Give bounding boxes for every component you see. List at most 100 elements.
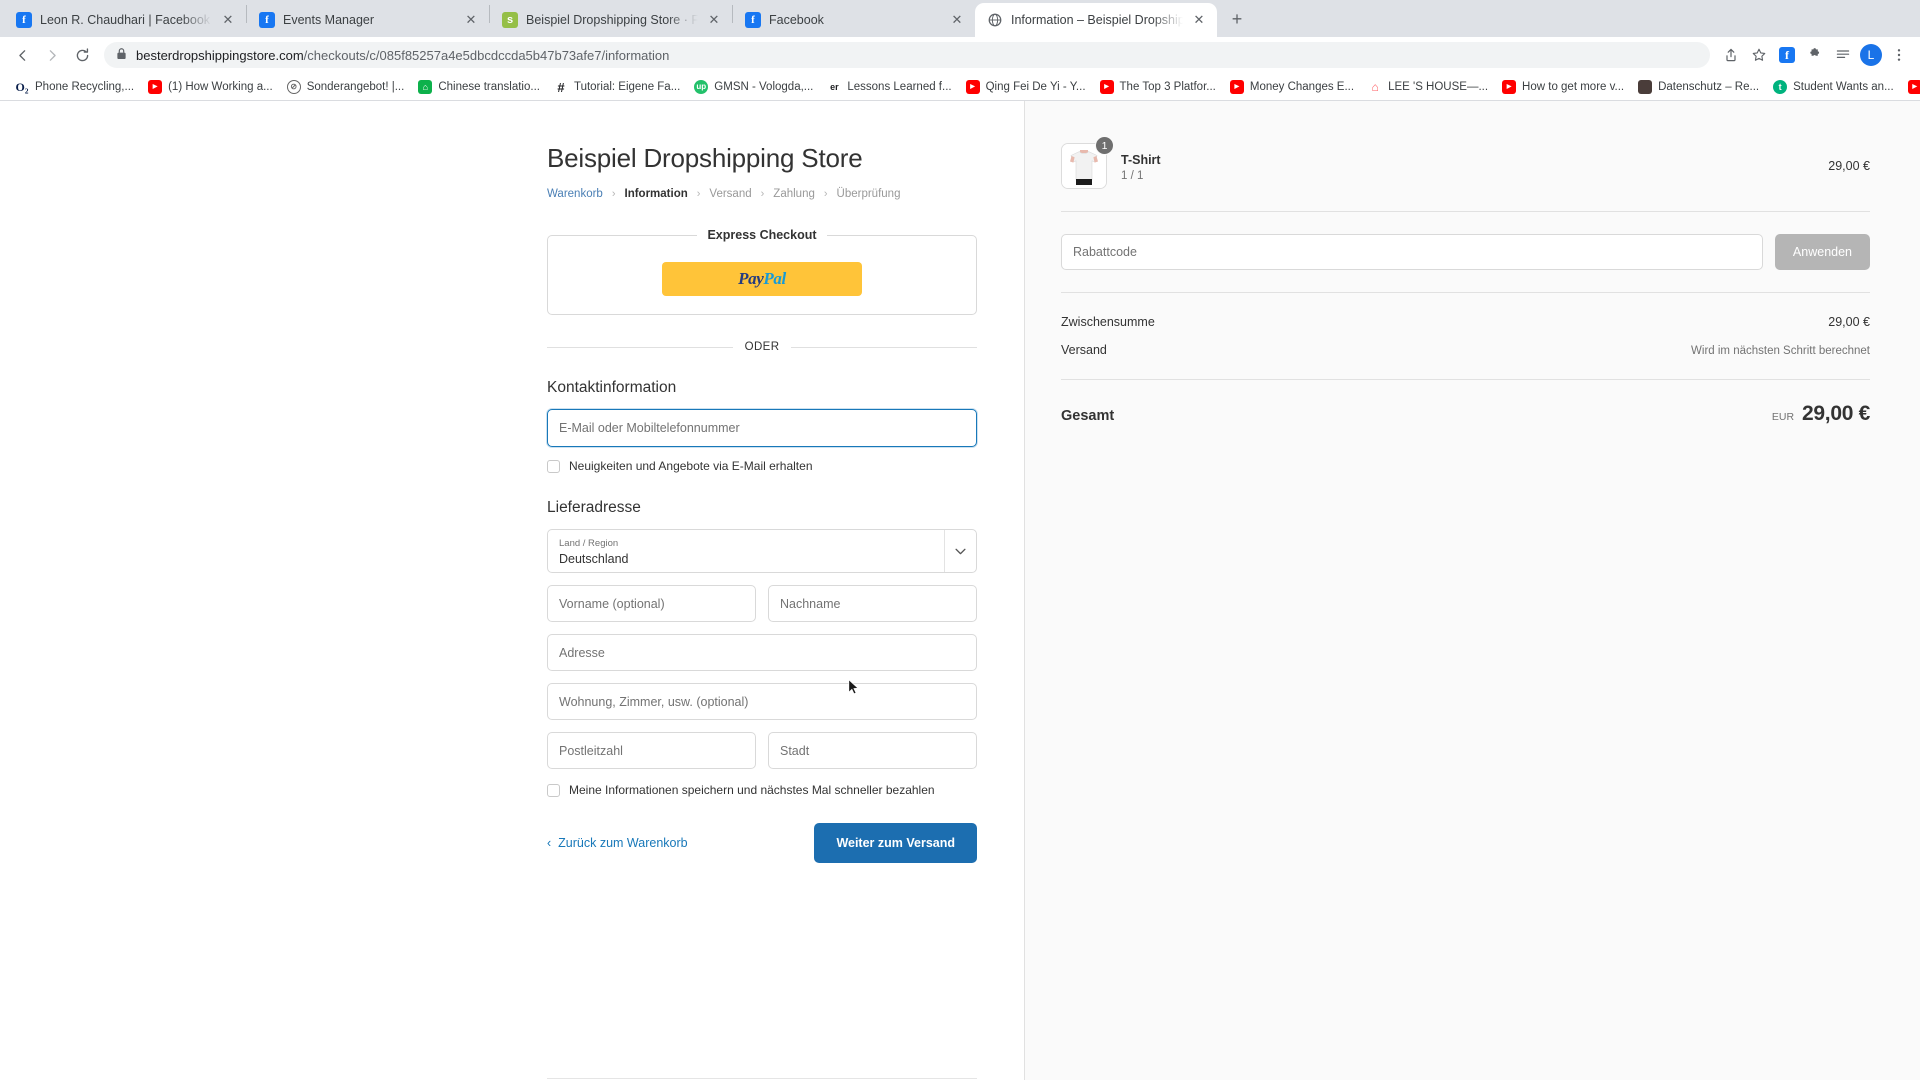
reading-list-icon[interactable] — [1830, 42, 1856, 68]
product-variant: 1 / 1 — [1121, 169, 1144, 182]
apply-discount-button[interactable]: Anwenden — [1774, 234, 1870, 271]
reload-icon[interactable] — [68, 41, 96, 69]
back-to-cart-link[interactable]: ‹ Zurück zum Warenkorb — [547, 836, 688, 850]
address2-field[interactable]: Wohnung, Zimmer, usw. (optional) — [547, 683, 977, 721]
discount-placeholder: Rabattcode — [1073, 245, 1137, 260]
breadcrumb-information: Information — [624, 188, 688, 201]
shipping-value: Wird im nächsten Schritt berechnet — [1691, 345, 1870, 358]
bookmark-item[interactable]: up GMSN - Vologda,... — [687, 77, 820, 97]
bookmark-label: Phone Recycling,... — [35, 81, 135, 94]
product-thumbnail-wrap: 1 — [1061, 136, 1114, 190]
address-field[interactable]: Adresse — [547, 634, 977, 672]
bookmark-label: The Top 3 Platfor... — [1119, 81, 1216, 94]
extensions-puzzle-icon[interactable] — [1802, 42, 1828, 68]
product-name: T-Shirt — [1121, 152, 1161, 167]
bookmark-item[interactable]: How to get more v... — [1495, 77, 1631, 97]
teal-app-icon: t — [1773, 80, 1788, 95]
newsletter-checkbox-row[interactable]: Neuigkeiten und Angebote via E-Mail erha… — [547, 459, 977, 473]
browser-tab-3[interactable]: f Facebook ✕ — [733, 3, 975, 37]
subtotal-label: Zwischensumme — [1061, 315, 1155, 330]
chrome-menu-icon[interactable] — [1886, 42, 1912, 68]
or-divider-label: ODER — [744, 341, 780, 354]
browser-tab-4[interactable]: Information – Beispiel Dropship ✕ — [975, 2, 1217, 37]
city-placeholder: Stadt — [780, 743, 810, 758]
email-field[interactable]: E-Mail oder Mobiltelefonnummer — [547, 409, 977, 448]
last-name-placeholder: Nachname — [780, 596, 841, 611]
zip-field[interactable]: Postleitzahl — [547, 732, 756, 770]
page-title: Beispiel Dropshipping Store — [547, 143, 863, 174]
last-name-field[interactable]: Nachname — [768, 585, 977, 623]
close-icon[interactable]: ✕ — [1191, 12, 1207, 28]
facebook-extension-icon[interactable]: f — [1774, 42, 1800, 68]
bookmark-item[interactable]: The Top 3 Platfor... — [1093, 77, 1223, 97]
bookmark-item[interactable]: Datenschutz – Re... — [1631, 77, 1766, 97]
zip-city-row: Postleitzahl Stadt — [547, 732, 977, 781]
forward-icon[interactable] — [38, 41, 66, 69]
globe-icon — [987, 11, 1003, 28]
country-label: Land / Region — [559, 538, 619, 550]
close-icon[interactable]: ✕ — [706, 12, 722, 28]
save-info-checkbox[interactable] — [547, 783, 560, 797]
bookmark-item[interactable]: (2) How To Add A... — [1901, 77, 1920, 97]
checkout-form: Beispiel Dropshipping Store Warenkorb › … — [547, 101, 977, 864]
address-section-title: Lieferadresse — [547, 499, 641, 517]
total-label: Gesamt — [1061, 408, 1115, 425]
chevron-right-icon: › — [611, 188, 616, 201]
youtube-icon — [965, 80, 980, 95]
close-icon[interactable]: ✕ — [220, 12, 236, 28]
new-tab-button[interactable]: + — [1223, 6, 1251, 34]
browser-tab-2[interactable]: s Beispiel Dropshipping Store · F ✕ — [490, 3, 732, 37]
close-icon[interactable]: ✕ — [463, 12, 479, 28]
facebook-icon: f — [16, 11, 32, 28]
tab-title: Beispiel Dropshipping Store · F — [526, 12, 698, 27]
lock-icon — [116, 47, 128, 63]
newsletter-checkbox[interactable] — [547, 459, 560, 473]
bookmark-item[interactable]: O₂ Phone Recycling,... — [8, 77, 141, 97]
chevron-left-icon: ‹ — [547, 836, 552, 851]
save-info-checkbox-row[interactable]: Meine Informationen speichern und nächst… — [547, 783, 977, 797]
breadcrumb-payment: Zahlung — [773, 188, 815, 201]
city-field[interactable]: Stadt — [768, 732, 977, 770]
back-to-cart-label: Zurück zum Warenkorb — [558, 836, 688, 851]
bookmark-label: Lessons Learned f... — [847, 81, 952, 94]
bookmark-label: Chinese translatio... — [438, 81, 540, 94]
bookmark-star-icon[interactable] — [1746, 42, 1772, 68]
breadcrumb-cart[interactable]: Warenkorb — [547, 188, 603, 200]
address-bar[interactable]: besterdropshippingstore.com/checkouts/c/… — [104, 42, 1710, 69]
bookmark-label: How to get more v... — [1522, 81, 1625, 94]
total-currency: EUR — [1771, 411, 1795, 424]
tab-title: Events Manager — [283, 12, 375, 27]
back-icon[interactable] — [8, 41, 36, 69]
divider — [1061, 211, 1870, 213]
subtotal-value: 29,00 € — [1828, 315, 1870, 330]
close-icon[interactable]: ✕ — [949, 12, 965, 28]
breadcrumb-shipping: Versand — [709, 188, 752, 201]
share-icon[interactable] — [1718, 42, 1744, 68]
continue-to-shipping-button[interactable]: Weiter zum Versand — [814, 823, 977, 864]
profile-avatar[interactable]: L — [1858, 42, 1884, 68]
bookmark-item[interactable]: er Lessons Learned f... — [820, 77, 958, 97]
browser-tab-1[interactable]: f Events Manager ✕ — [247, 3, 489, 37]
country-select[interactable]: Land / Region Deutschland — [547, 529, 977, 574]
browser-tab-0[interactable]: f Leon R. Chaudhari | Facebook ✕ — [4, 3, 246, 37]
bookmark-item[interactable]: ⌂ Chinese translatio... — [411, 77, 547, 97]
first-name-field[interactable]: Vorname (optional) — [547, 585, 756, 623]
save-info-label: Meine Informationen speichern und nächst… — [569, 783, 935, 798]
divider — [1061, 379, 1870, 381]
email-placeholder: E-Mail oder Mobiltelefonnummer — [559, 421, 740, 436]
line-item-info: T-Shirt 1 / 1 — [1121, 151, 1814, 182]
bookmark-item[interactable]: ⌂ LEE 'S HOUSE—... — [1361, 77, 1495, 97]
shipping-row: Versand Wird im nächsten Schritt berechn… — [1061, 343, 1870, 357]
paypal-button[interactable]: Pay Pal — [662, 262, 862, 297]
first-name-placeholder: Vorname (optional) — [559, 596, 665, 611]
bookmark-item[interactable]: t Student Wants an... — [1766, 77, 1901, 97]
chevron-down-icon[interactable] — [944, 530, 976, 573]
address-placeholder: Adresse — [559, 645, 605, 660]
bookmark-item[interactable]: # Tutorial: Eigene Fa... — [547, 77, 687, 97]
bookmark-item[interactable]: ⊘ Sonderangebot! |... — [280, 77, 412, 97]
tab-title: Information – Beispiel Dropship — [1011, 12, 1183, 27]
discount-code-input[interactable]: Rabattcode — [1061, 234, 1763, 271]
bookmark-item[interactable]: (1) How Working a... — [141, 77, 280, 97]
bookmark-item[interactable]: Money Changes E... — [1223, 77, 1361, 97]
bookmark-item[interactable]: Qing Fei De Yi - Y... — [959, 77, 1093, 97]
